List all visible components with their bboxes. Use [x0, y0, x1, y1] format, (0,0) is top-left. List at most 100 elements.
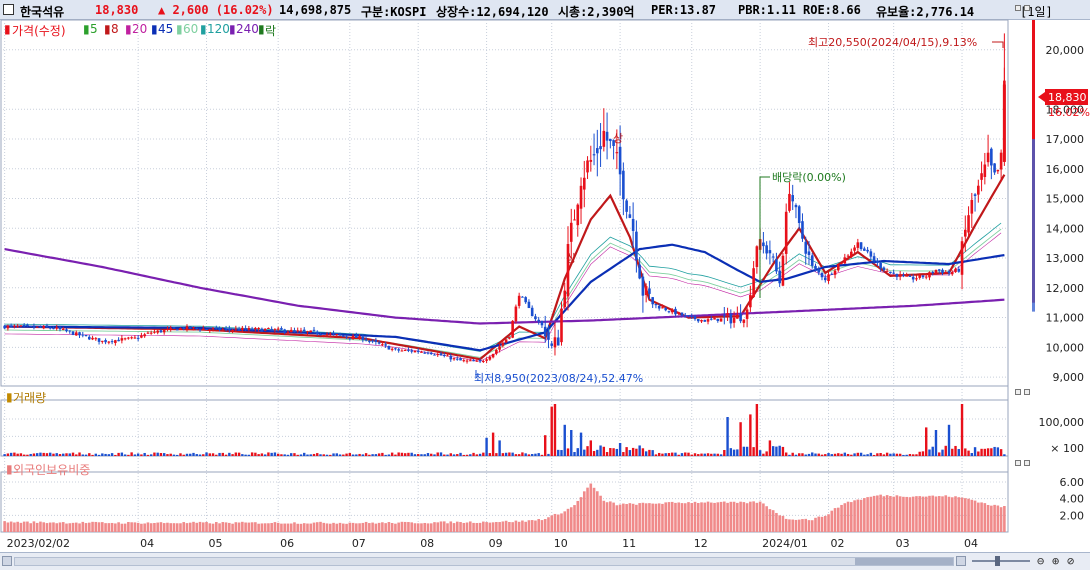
candle-body[interactable]	[560, 308, 563, 343]
candle-body[interactable]	[335, 334, 339, 336]
candle-body[interactable]	[270, 328, 273, 330]
candle-body[interactable]	[338, 334, 342, 336]
candle-body[interactable]	[996, 169, 1000, 172]
candle-body[interactable]	[902, 275, 905, 277]
candle-body[interactable]	[374, 340, 378, 342]
candle-body[interactable]	[654, 303, 658, 306]
foreign-ratio-bar[interactable]	[993, 504, 996, 532]
volume-bar[interactable]	[947, 424, 951, 456]
candle-body[interactable]	[42, 326, 46, 329]
candle-body[interactable]	[618, 146, 622, 175]
candle-body[interactable]	[35, 326, 39, 328]
foreign-ratio-bar[interactable]	[543, 519, 547, 532]
foreign-ratio-bar[interactable]	[280, 523, 283, 532]
foreign-ratio-bar[interactable]	[977, 502, 980, 532]
candle-body[interactable]	[810, 255, 814, 266]
volume-bar[interactable]	[674, 452, 677, 456]
foreign-ratio-bar[interactable]	[143, 523, 146, 532]
candle-body[interactable]	[775, 259, 778, 272]
volume-bar[interactable]	[446, 454, 449, 456]
foreign-ratio-bar[interactable]	[120, 523, 124, 532]
volume-bar[interactable]	[65, 453, 68, 456]
volume-bar[interactable]	[211, 453, 215, 456]
foreign-ratio-bar[interactable]	[13, 522, 16, 532]
foreign-ratio-bar[interactable]	[459, 522, 462, 532]
candle-body[interactable]	[420, 351, 423, 353]
volume-bar[interactable]	[811, 452, 814, 456]
volume-bar[interactable]	[693, 453, 697, 456]
foreign-ratio-bar[interactable]	[853, 500, 856, 532]
volume-bar[interactable]	[13, 452, 16, 456]
foreign-ratio-bar[interactable]	[127, 522, 130, 532]
candle-body[interactable]	[452, 358, 456, 360]
volume-bar[interactable]	[537, 453, 540, 456]
foreign-ratio-bar[interactable]	[254, 522, 257, 532]
foreign-ratio-bar[interactable]	[680, 503, 684, 532]
candle-body[interactable]	[429, 352, 433, 355]
volume-bar[interactable]	[521, 452, 524, 456]
volume-bar[interactable]	[133, 454, 137, 456]
candle-body[interactable]	[999, 152, 1003, 170]
candle-body[interactable]	[853, 247, 856, 251]
candle-body[interactable]	[469, 360, 472, 362]
foreign-ratio-bar[interactable]	[739, 501, 742, 532]
candle-body[interactable]	[407, 349, 410, 351]
volume-bar[interactable]	[107, 454, 111, 456]
candle-body[interactable]	[198, 329, 202, 331]
volume-bar[interactable]	[78, 452, 81, 456]
volume-bar[interactable]	[609, 448, 612, 456]
foreign-ratio-bar[interactable]	[950, 497, 954, 532]
foreign-panel-minimize-button[interactable]	[1015, 460, 1021, 466]
foreign-ratio-bar[interactable]	[475, 522, 479, 532]
foreign-ratio-bar[interactable]	[416, 523, 420, 532]
volume-bar[interactable]	[257, 454, 260, 456]
volume-bar[interactable]	[303, 452, 306, 456]
foreign-ratio-bar[interactable]	[999, 507, 1003, 532]
foreign-ratio-bar[interactable]	[560, 513, 563, 532]
foreign-ratio-bar[interactable]	[670, 501, 674, 532]
foreign-ratio-bar[interactable]	[856, 499, 860, 532]
horizontal-scrollbar[interactable]	[14, 557, 954, 566]
foreign-ratio-bar[interactable]	[504, 520, 508, 532]
foreign-ratio-bar[interactable]	[446, 523, 449, 532]
volume-bar[interactable]	[29, 453, 32, 456]
volume-bar[interactable]	[169, 453, 172, 456]
volume-bar[interactable]	[745, 446, 749, 456]
volume-bar[interactable]	[387, 454, 391, 456]
candle-body[interactable]	[908, 275, 912, 277]
foreign-ratio-bar[interactable]	[638, 503, 641, 532]
volume-bar[interactable]	[189, 453, 192, 456]
candle-body[interactable]	[765, 245, 768, 254]
foreign-ratio-bar[interactable]	[192, 521, 195, 532]
candle-body[interactable]	[465, 360, 469, 362]
foreign-ratio-bar[interactable]	[947, 496, 951, 532]
foreign-ratio-bar[interactable]	[547, 517, 550, 532]
foreign-ratio-bar[interactable]	[250, 522, 254, 532]
candle-body[interactable]	[582, 177, 586, 190]
candle-body[interactable]	[534, 316, 537, 320]
volume-bar[interactable]	[208, 453, 211, 456]
last-candle-body[interactable]	[1002, 84, 1006, 162]
volume-bar[interactable]	[55, 453, 58, 456]
candle-body[interactable]	[827, 274, 830, 282]
volume-bar[interactable]	[798, 453, 801, 456]
candle-body[interactable]	[628, 214, 632, 218]
foreign-ratio-bar[interactable]	[527, 520, 531, 532]
foreign-ratio-bar[interactable]	[843, 503, 847, 532]
volume-bar[interactable]	[361, 454, 365, 456]
volume-bar[interactable]	[501, 453, 505, 456]
candle-body[interactable]	[882, 267, 886, 271]
foreign-ratio-bar[interactable]	[898, 496, 902, 532]
volume-bar[interactable]	[436, 452, 439, 456]
volume-bar[interactable]	[706, 453, 710, 456]
candle-body[interactable]	[921, 275, 925, 278]
volume-bar[interactable]	[755, 404, 759, 456]
foreign-ratio-bar[interactable]	[931, 495, 935, 532]
volume-bar[interactable]	[234, 452, 238, 456]
volume-bar[interactable]	[996, 447, 1000, 456]
volume-bar[interactable]	[195, 454, 198, 456]
volume-bar[interactable]	[928, 449, 931, 456]
volume-bar[interactable]	[592, 450, 596, 456]
volume-bar[interactable]	[944, 445, 947, 456]
candle-body[interactable]	[361, 336, 365, 341]
